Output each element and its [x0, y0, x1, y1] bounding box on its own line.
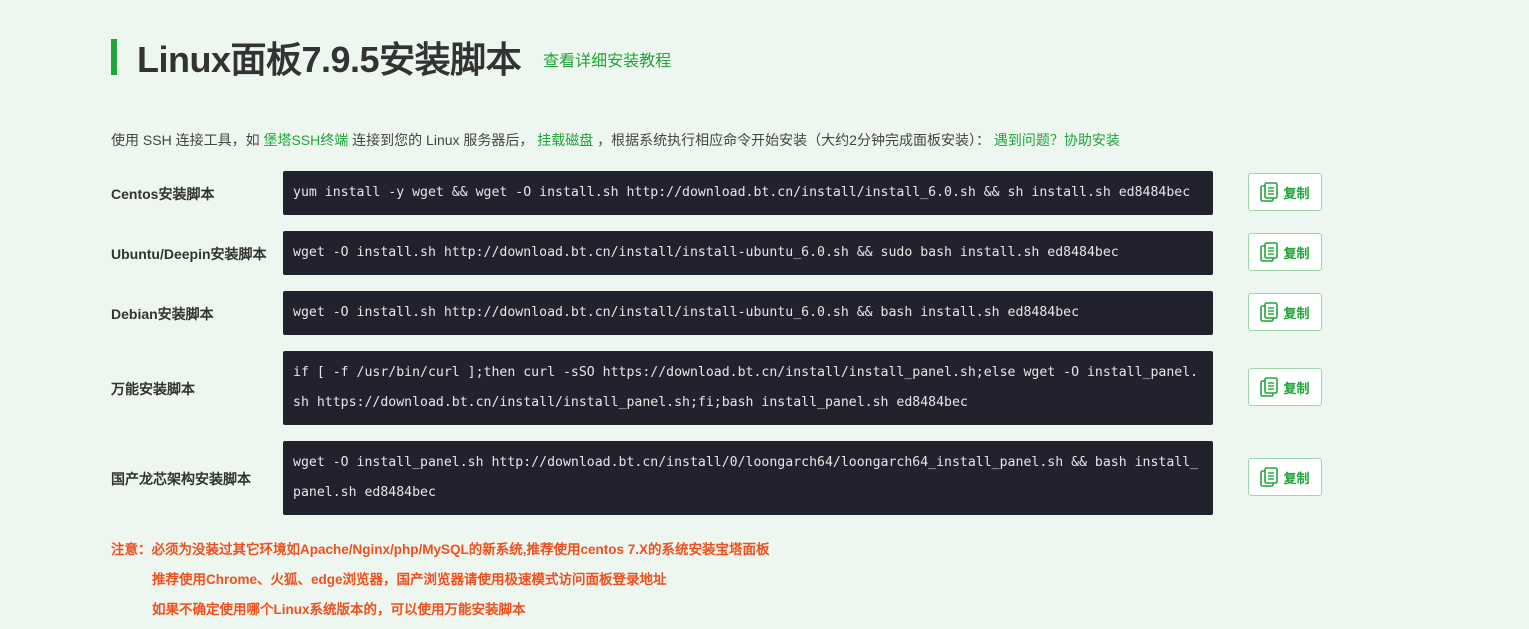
- notice-line-1: 注意：必须为没装过其它环境如Apache/Nginx/php/MySQL的新系统…: [111, 542, 770, 557]
- copy-button[interactable]: 复制: [1248, 368, 1322, 406]
- script-row-ubuntu: Ubuntu/Deepin安装脚本 wget -O install.sh htt…: [111, 231, 1326, 275]
- copy-button-label: 复制: [1283, 245, 1310, 261]
- script-row-universal: 万能安装脚本 if [ -f /usr/bin/curl ];then curl…: [111, 351, 1326, 425]
- tutorial-link[interactable]: 查看详细安装教程: [543, 47, 671, 71]
- clipboard-icon: [1260, 377, 1279, 397]
- copy-button[interactable]: 复制: [1248, 233, 1322, 271]
- intro-text-part1: 使用 SSH 连接工具，如: [111, 132, 264, 148]
- copy-button-label: 复制: [1283, 470, 1310, 486]
- script-label: Centos安装脚本: [111, 186, 215, 202]
- help-install-link[interactable]: 遇到问题？协助安装: [994, 132, 1120, 148]
- title-accent-bar: [111, 39, 117, 75]
- clipboard-icon: [1260, 242, 1279, 262]
- script-label: Debian安装脚本: [111, 306, 214, 322]
- copy-button[interactable]: 复制: [1248, 458, 1322, 496]
- script-label: Ubuntu/Deepin安装脚本: [111, 246, 267, 262]
- script-command[interactable]: wget -O install.sh http://download.bt.cn…: [283, 231, 1213, 275]
- intro-text: 使用 SSH 连接工具，如 堡塔SSH终端 连接到您的 Linux 服务器后， …: [111, 130, 1120, 150]
- title-row: Linux面板7.9.5安装脚本 查看详细安装教程: [111, 36, 671, 80]
- script-command[interactable]: if [ -f /usr/bin/curl ];then curl -sSO h…: [283, 351, 1213, 425]
- copy-button-label: 复制: [1283, 305, 1310, 321]
- script-row-debian: Debian安装脚本 wget -O install.sh http://dow…: [111, 291, 1326, 335]
- mount-disk-link[interactable]: 挂载磁盘: [537, 132, 593, 148]
- copy-button[interactable]: 复制: [1248, 293, 1322, 331]
- intro-text-part3: ，根据系统执行相应命令开始安装（大约2分钟完成面板安装）：: [593, 132, 994, 148]
- notice-line-3: 如果不确定使用哪个Linux系统版本的，可以使用万能安装脚本: [152, 602, 526, 617]
- copy-button-label: 复制: [1283, 185, 1310, 201]
- script-label: 国产龙芯架构安装脚本: [111, 471, 251, 487]
- notice-line-2: 推荐使用Chrome、火狐、edge浏览器，国产浏览器请使用极速模式访问面板登录…: [152, 572, 667, 587]
- clipboard-icon: [1260, 302, 1279, 322]
- intro-text-part2: 连接到您的 Linux 服务器后，: [348, 132, 538, 148]
- script-command[interactable]: wget -O install.sh http://download.bt.cn…: [283, 291, 1213, 335]
- copy-button[interactable]: 复制: [1248, 173, 1322, 211]
- ssh-terminal-link[interactable]: 堡塔SSH终端: [263, 132, 348, 148]
- clipboard-icon: [1260, 182, 1279, 202]
- script-label: 万能安装脚本: [111, 381, 195, 397]
- script-command[interactable]: wget -O install_panel.sh http://download…: [283, 441, 1213, 515]
- page-title: Linux面板7.9.5安装脚本: [137, 39, 522, 80]
- copy-button-label: 复制: [1283, 380, 1310, 396]
- script-row-centos: Centos安装脚本 yum install -y wget && wget -…: [111, 171, 1326, 215]
- script-row-loongarch: 国产龙芯架构安装脚本 wget -O install_panel.sh http…: [111, 441, 1326, 515]
- script-command[interactable]: yum install -y wget && wget -O install.s…: [283, 171, 1213, 215]
- clipboard-icon: [1260, 467, 1279, 487]
